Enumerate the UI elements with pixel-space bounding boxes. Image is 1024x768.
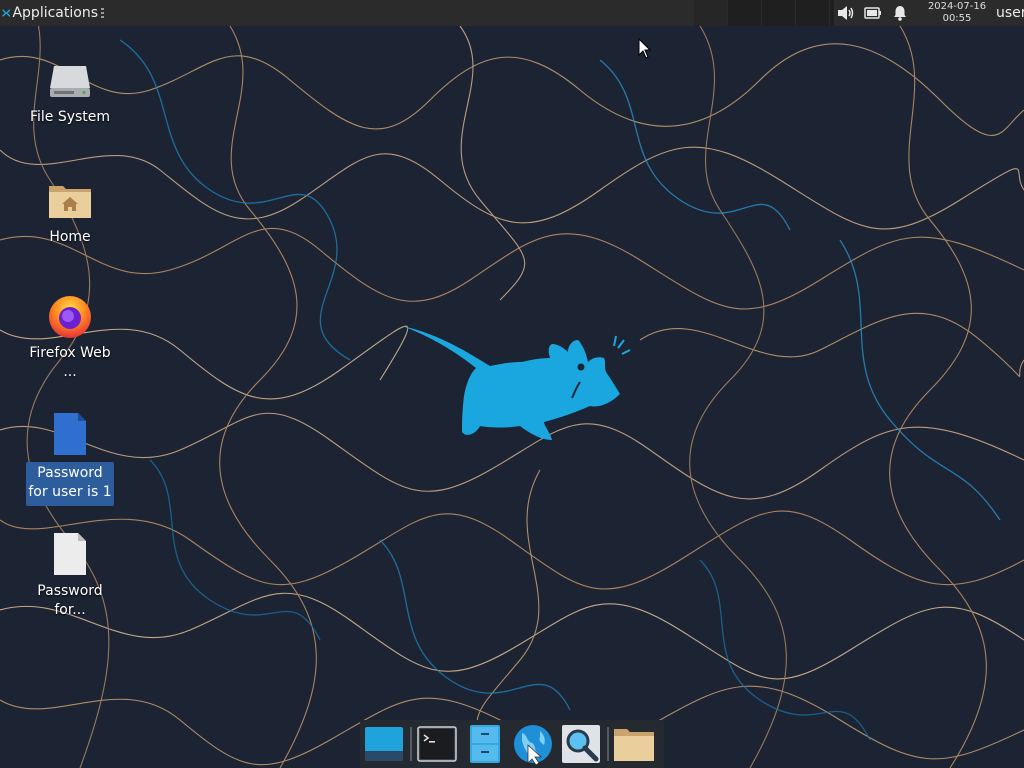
- dock-separator: [410, 727, 412, 761]
- terminal-button[interactable]: [415, 722, 459, 766]
- applications-label: Applications: [12, 5, 98, 21]
- dock-separator: [607, 727, 609, 761]
- folder-icon: [614, 729, 654, 761]
- desktop-icon-label: Home: [49, 229, 91, 245]
- desktop-icon-firefox[interactable]: Firefox Web ...: [22, 292, 118, 382]
- globe-icon: [514, 725, 552, 765]
- desktop-icon-home[interactable]: Home: [22, 176, 118, 247]
- battery-icon[interactable]: [863, 3, 883, 23]
- web-browser-button[interactable]: [511, 722, 555, 766]
- dock-panel: [360, 720, 664, 768]
- xfce-logo-icon: [2, 9, 11, 17]
- home-folder-icon: [46, 176, 94, 224]
- panel-grip-icon: [101, 8, 104, 18]
- clock[interactable]: 2024-07-16 00:55: [924, 1, 990, 25]
- app-finder-button[interactable]: [559, 722, 603, 766]
- clock-date: 2024-07-16: [927, 1, 987, 12]
- xfce-mouse-logo: [402, 326, 631, 440]
- home-folder-button[interactable]: [612, 722, 656, 766]
- workspace-switcher[interactable]: [694, 0, 834, 26]
- firefox-icon: [46, 292, 94, 340]
- file-manager-button[interactable]: [463, 722, 507, 766]
- top-panel: Applications 2024-07-16 00:55 user: [0, 0, 1024, 26]
- desktop[interactable]: Applications 2024-07-16 00:55 user File …: [0, 0, 1024, 768]
- desktop-icon-password-selected[interactable]: Password for user is 1: [22, 410, 118, 506]
- speaker-icon[interactable]: [836, 3, 856, 23]
- desktop-icon-file-system[interactable]: File System: [22, 56, 118, 127]
- file-cabinet-icon: [470, 725, 500, 763]
- system-tray: [836, 0, 917, 26]
- user-menu[interactable]: user: [996, 0, 1024, 26]
- mouse-cursor-icon: [638, 38, 652, 59]
- magnifier-icon: [562, 725, 600, 763]
- clock-time: 00:55: [942, 13, 972, 24]
- desktop-icon-password-text[interactable]: Password for...: [22, 530, 118, 620]
- desktop-icon-label: Firefox Web ...: [29, 345, 111, 380]
- text-document-icon: [46, 530, 94, 578]
- desktop-icon-label: Password for user is 1: [26, 462, 114, 506]
- workspace-2[interactable]: [728, 0, 762, 26]
- drive-icon: [46, 56, 94, 104]
- bell-icon[interactable]: [890, 3, 910, 23]
- desktop-icon-label: File System: [29, 109, 111, 125]
- desktop-icon: [365, 727, 403, 761]
- blue-document-icon: [46, 410, 94, 458]
- workspace-3[interactable]: [762, 0, 796, 26]
- terminal-icon: [417, 726, 457, 762]
- desktop-icon-label: Password for...: [37, 583, 103, 618]
- show-desktop-button[interactable]: [362, 722, 406, 766]
- applications-menu-button[interactable]: Applications: [0, 0, 104, 26]
- workspace-4[interactable]: [796, 0, 830, 26]
- workspace-1[interactable]: [694, 0, 728, 26]
